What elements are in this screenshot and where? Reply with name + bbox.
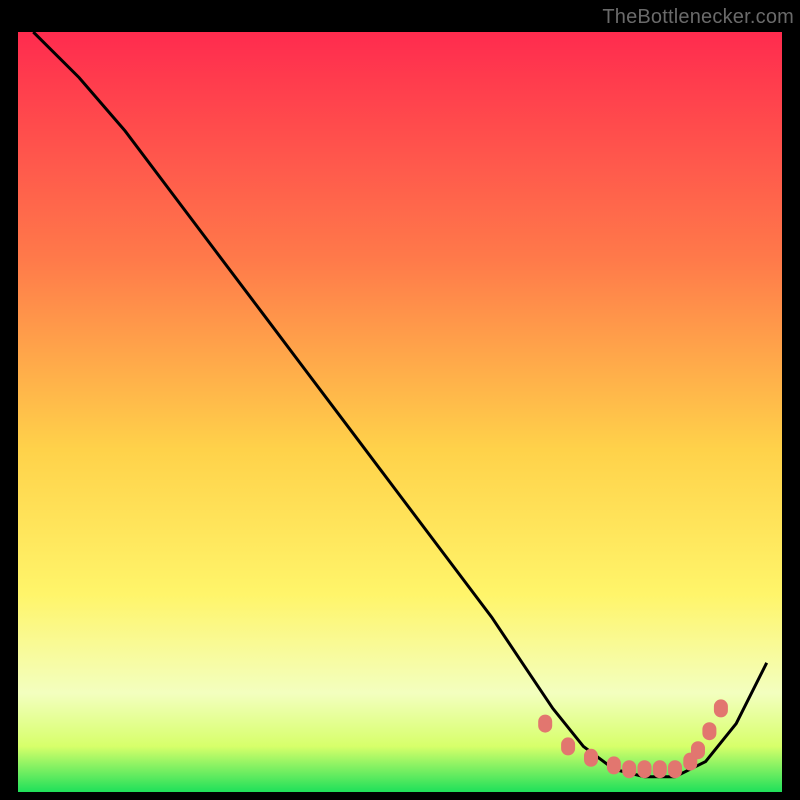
marker-dot	[638, 760, 652, 778]
marker-dot	[561, 737, 575, 755]
attribution-text: TheBottlenecker.com	[602, 6, 794, 29]
marker-dot	[653, 760, 667, 778]
marker-dot	[584, 749, 598, 767]
marker-dot	[607, 756, 621, 774]
marker-dot	[622, 760, 636, 778]
chart-svg	[18, 32, 782, 792]
marker-dot	[538, 715, 552, 733]
marker-dot	[668, 760, 682, 778]
marker-dot	[714, 699, 728, 717]
marker-dot	[702, 722, 716, 740]
gradient-background	[18, 32, 782, 792]
chart-frame	[18, 32, 782, 792]
marker-dot	[691, 741, 705, 759]
